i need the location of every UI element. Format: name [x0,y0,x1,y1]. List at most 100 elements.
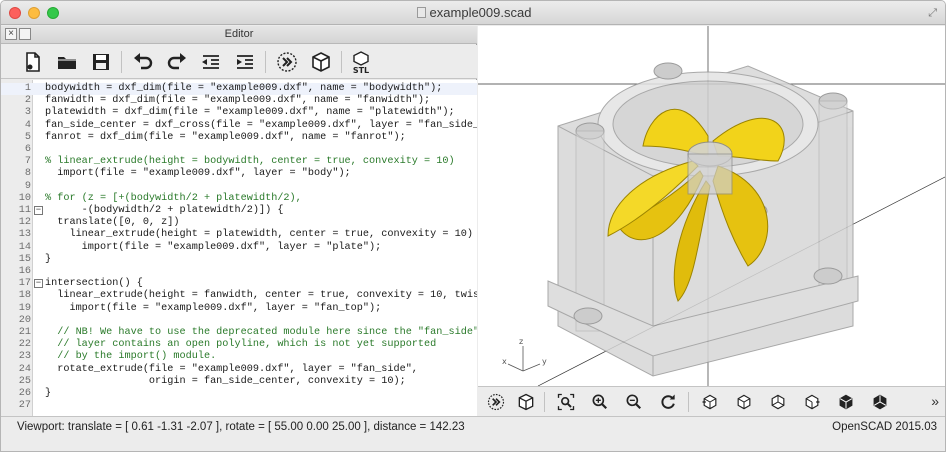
view-bottom-icon [771,394,785,410]
code-line[interactable]: 5 fanrot = dxf_dim(file = "example009.dxf… [1,132,477,144]
code-text: } [45,388,52,399]
code-line[interactable]: 8 import(file = "example009.dxf", layer … [1,168,477,180]
line-number: 12 [18,217,31,229]
render-icon [312,52,330,72]
line-number: 2 [24,95,31,107]
fullscreen-icon[interactable]: ⤢ [928,7,937,20]
line-number: 14 [18,241,31,253]
code-line[interactable]: 19 import(file = "example009.dxf", layer… [1,303,477,315]
view-front-icon [839,394,853,410]
code-line[interactable]: 16 [1,266,477,278]
reset-view-button[interactable] [656,390,680,414]
view-all-button[interactable] [554,390,578,414]
code-line[interactable]: 2 fanwidth = dxf_dim(file = "example009.d… [1,95,477,107]
toolbar-overflow-button[interactable]: » [931,393,939,409]
code-text: linear_extrude(height = fanwidth, center… [57,290,477,302]
view-right-button[interactable] [698,390,722,414]
code-line[interactable]: 11− -(bodywidth/2 + platewidth/2)]) { [1,205,477,217]
preview-icon [487,393,505,411]
line-number: 5 [24,131,31,143]
line-number: 11 [18,205,31,216]
code-text: % linear_extrude(height = bodywidth, cen… [45,156,455,168]
code-line[interactable]: 13 linear_extrude(height = platewidth, c… [1,229,477,241]
export-stl-label: STL [353,66,369,74]
code-line[interactable]: 9 [1,181,477,193]
code-line[interactable]: 10 % for (z = [+(bodywidth/2 + platewidth… [1,193,477,205]
preview-button[interactable] [273,48,301,76]
code-text: % for (z = [+(bodywidth/2 + platewidth/2… [45,192,302,204]
code-text: platewidth = dxf_dim(file = "example009.… [45,107,455,119]
zoom-in-button[interactable] [588,390,612,414]
view-bottom-button[interactable] [766,390,790,414]
indent-icon [237,55,253,69]
code-text: linear_extrude(height = platewidth, cent… [45,229,473,241]
render-button[interactable] [514,390,538,414]
code-text: translate([0, 0, z]) [45,217,180,229]
view-front-button[interactable] [834,390,858,414]
export-stl-button[interactable]: STL [347,48,375,76]
new-file-button[interactable] [19,48,47,76]
indent-button[interactable] [231,48,259,76]
code-line[interactable]: 1 bodywidth = dxf_dim(file = "example009.… [1,83,477,96]
code-line[interactable]: 3 platewidth = dxf_dim(file = "example009… [1,107,477,119]
editor-dock-header: × Editor [1,26,477,44]
undo-button[interactable] [129,48,157,76]
view-top-icon [737,394,751,410]
toolbar-separator [688,392,689,412]
window-title-text: example009.scad [429,5,532,20]
code-line[interactable]: 25 origin = fan_side_center, convexity =… [1,376,477,388]
code-text: fanrot = dxf_dim(file = "example009.dxf"… [45,131,406,143]
view-left-button[interactable] [800,390,824,414]
code-line[interactable]: 17− intersection() { [1,278,477,290]
code-line[interactable]: 7 % linear_extrude(height = bodywidth, ce… [1,156,477,168]
reset-view-icon [661,394,675,409]
code-line[interactable]: 27 [1,400,477,412]
view-top-button[interactable] [732,390,756,414]
unindent-button[interactable] [197,48,225,76]
zoom-out-button[interactable] [622,390,646,414]
code-line[interactable]: 4 fan_side_center = dxf_cross(file = "exa… [1,120,477,132]
toolbar-separator [265,51,266,73]
code-line[interactable]: 12 translate([0, 0, z]) [1,217,477,229]
code-editor[interactable]: 1 bodywidth = dxf_dim(file = "example009.… [1,80,477,416]
code-line[interactable]: 26} [1,388,477,400]
code-text: -(bodywidth/2 + platewidth/2)]) { [45,205,284,216]
save-file-button[interactable] [87,48,115,76]
line-number: 24 [18,363,31,375]
code-line[interactable]: 24 rotate_extrude(file = "example009.dxf… [1,364,477,376]
code-line[interactable]: 22 // layer contains an open polyline, w… [1,339,477,351]
fold-toggle-icon[interactable]: − [34,206,43,215]
redo-icon [167,53,186,70]
3d-viewport[interactable]: z y x [478,26,945,386]
open-file-button[interactable] [53,48,81,76]
code-line[interactable]: 6 [1,144,477,156]
line-number: 7 [24,156,31,168]
code-text: } [45,253,52,265]
preview-button[interactable] [484,390,508,414]
render-button[interactable] [307,48,335,76]
code-text: import(file = "example009.dxf", layer = … [45,241,382,253]
line-number: 10 [18,192,31,204]
undo-icon [134,53,153,70]
fold-toggle-icon[interactable]: − [34,279,43,289]
line-number: 18 [18,290,31,302]
new-file-icon [26,52,40,72]
save-icon [93,54,109,70]
code-line[interactable]: 23 // by the import() module. [1,351,477,363]
document-icon [416,7,426,18]
code-line[interactable]: 14 import(file = "example009.dxf", layer… [1,242,477,254]
zoom-out-icon [626,394,642,410]
code-line[interactable]: 18 linear_extrude(height = fanwidth, cen… [1,290,477,302]
redo-button[interactable] [163,48,191,76]
code-text: import(file = "example009.dxf", layer = … [45,168,351,180]
toolbar-separator [121,51,122,73]
line-number: 25 [18,375,31,387]
line-number: 1 [24,83,31,94]
code-line[interactable]: 21 // NB! We have to use the deprecated … [1,327,477,339]
line-number: 27 [18,400,31,412]
code-line[interactable]: 20 [1,315,477,327]
code-line[interactable]: 15} [1,254,477,266]
open-folder-icon [58,57,76,69]
x-axis-label: x [502,357,507,366]
view-back-button[interactable] [868,390,892,414]
